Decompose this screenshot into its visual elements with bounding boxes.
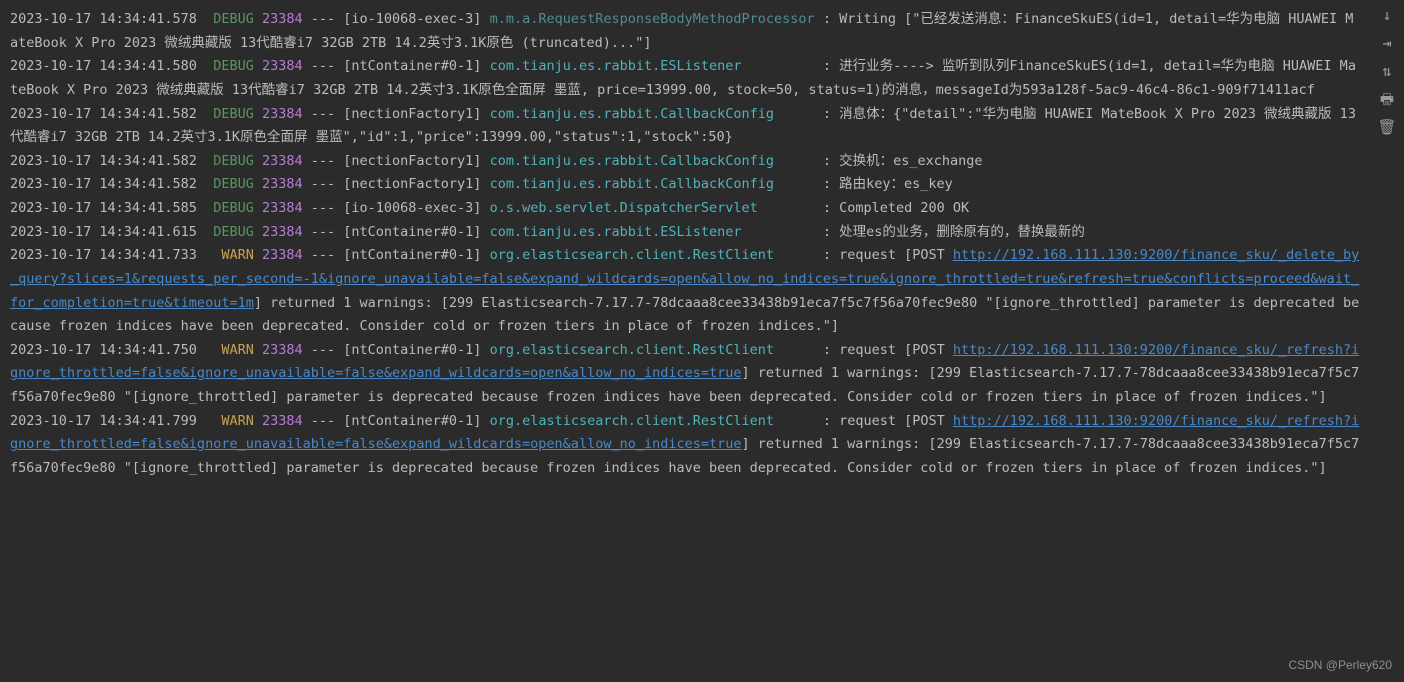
pid: 23384 — [262, 247, 303, 263]
log-level: DEBUG — [213, 11, 254, 27]
log-message-pre: request [POST — [839, 413, 953, 429]
scroll-icon[interactable]: ⇅ — [1376, 60, 1398, 82]
logger-name: m.m.a.RequestResponseBodyMethodProcessor — [490, 11, 815, 27]
pid: 23384 — [262, 11, 303, 27]
pid: 23384 — [262, 200, 303, 216]
thread: [ntContainer#0-1] — [343, 58, 481, 74]
log-line: 2023-10-17 14:34:41.585 DEBUG 23384 --- … — [10, 197, 1360, 221]
log-line: 2023-10-17 14:34:41.578 DEBUG 23384 --- … — [10, 8, 1360, 55]
logger-name: org.elasticsearch.client.RestClient — [490, 413, 815, 429]
pid: 23384 — [262, 342, 303, 358]
timestamp: 2023-10-17 14:34:41.582 — [10, 106, 197, 122]
print-icon[interactable]: 🖶 — [1376, 88, 1398, 110]
logger-name: com.tianju.es.rabbit.ESListener — [490, 58, 815, 74]
trash-icon[interactable]: 🗑 — [1376, 116, 1398, 138]
timestamp: 2023-10-17 14:34:41.582 — [10, 153, 197, 169]
log-line: 2023-10-17 14:34:41.799 WARN 23384 --- [… — [10, 410, 1360, 481]
log-message: 路由key：es_key — [839, 176, 953, 192]
pid: 23384 — [262, 153, 303, 169]
timestamp: 2023-10-17 14:34:41.585 — [10, 200, 197, 216]
log-line: 2023-10-17 14:34:41.582 DEBUG 23384 --- … — [10, 150, 1360, 174]
timestamp: 2023-10-17 14:34:41.733 — [10, 247, 197, 263]
pid: 23384 — [262, 176, 303, 192]
log-level: DEBUG — [213, 200, 254, 216]
thread: [ntContainer#0-1] — [343, 224, 481, 240]
thread: [nectionFactory1] — [343, 153, 481, 169]
log-line: 2023-10-17 14:34:41.733 WARN 23384 --- [… — [10, 244, 1360, 339]
log-message-pre: request [POST — [839, 247, 953, 263]
thread: [nectionFactory1] — [343, 176, 481, 192]
log-level: DEBUG — [213, 176, 254, 192]
log-message-pre: request [POST — [839, 342, 953, 358]
log-toolbar: ↓ ⇥ ⇅ 🖶 🗑 — [1374, 4, 1400, 138]
log-message: 处理es的业务，删除原有的，替换最新的 — [839, 224, 1085, 240]
thread: [ntContainer#0-1] — [343, 247, 481, 263]
log-level: WARN — [213, 413, 254, 429]
log-output[interactable]: 2023-10-17 14:34:41.578 DEBUG 23384 --- … — [0, 0, 1370, 682]
download-icon[interactable]: ↓ — [1376, 4, 1398, 26]
log-level: DEBUG — [213, 106, 254, 122]
pid: 23384 — [262, 58, 303, 74]
timestamp: 2023-10-17 14:34:41.750 — [10, 342, 197, 358]
thread: [ntContainer#0-1] — [343, 342, 481, 358]
wrap-icon[interactable]: ⇥ — [1376, 32, 1398, 54]
pid: 23384 — [262, 106, 303, 122]
pid: 23384 — [262, 413, 303, 429]
logger-name: com.tianju.es.rabbit.ESListener — [490, 224, 815, 240]
logger-name: o.s.web.servlet.DispatcherServlet — [490, 200, 815, 216]
logger-name: com.tianju.es.rabbit.CallbackConfig — [490, 176, 815, 192]
timestamp: 2023-10-17 14:34:41.615 — [10, 224, 197, 240]
log-level: WARN — [213, 247, 254, 263]
logger-name: com.tianju.es.rabbit.CallbackConfig — [490, 106, 815, 122]
timestamp: 2023-10-17 14:34:41.580 — [10, 58, 197, 74]
log-line: 2023-10-17 14:34:41.750 WARN 23384 --- [… — [10, 339, 1360, 410]
log-level: DEBUG — [213, 153, 254, 169]
log-level: WARN — [213, 342, 254, 358]
timestamp: 2023-10-17 14:34:41.578 — [10, 11, 197, 27]
timestamp: 2023-10-17 14:34:41.799 — [10, 413, 197, 429]
watermark: CSDN @Perley620 — [1288, 655, 1392, 676]
logger-name: com.tianju.es.rabbit.CallbackConfig — [490, 153, 815, 169]
logger-name: org.elasticsearch.client.RestClient — [490, 247, 815, 263]
log-level: DEBUG — [213, 224, 254, 240]
log-line: 2023-10-17 14:34:41.580 DEBUG 23384 --- … — [10, 55, 1360, 102]
log-message: Completed 200 OK — [839, 200, 969, 216]
timestamp: 2023-10-17 14:34:41.582 — [10, 176, 197, 192]
thread: [io-10068-exec-3] — [343, 200, 481, 216]
thread: [io-10068-exec-3] — [343, 11, 481, 27]
log-level: DEBUG — [213, 58, 254, 74]
logger-name: org.elasticsearch.client.RestClient — [490, 342, 815, 358]
thread: [ntContainer#0-1] — [343, 413, 481, 429]
log-line: 2023-10-17 14:34:41.582 DEBUG 23384 --- … — [10, 173, 1360, 197]
thread: [nectionFactory1] — [343, 106, 481, 122]
pid: 23384 — [262, 224, 303, 240]
log-line: 2023-10-17 14:34:41.615 DEBUG 23384 --- … — [10, 221, 1360, 245]
log-message: 交换机：es_exchange — [839, 153, 982, 169]
log-line: 2023-10-17 14:34:41.582 DEBUG 23384 --- … — [10, 103, 1360, 150]
